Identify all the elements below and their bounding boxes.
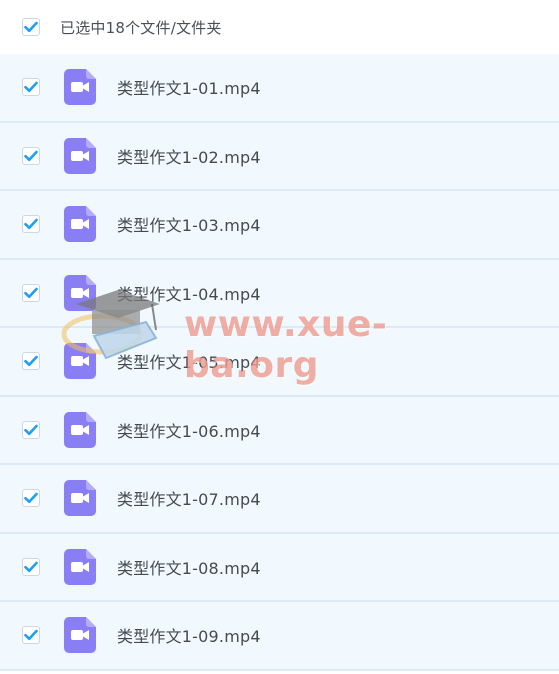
- file-row[interactable]: 类型作文1-06.mp4: [0, 396, 559, 465]
- file-name[interactable]: 类型作文1-06.mp4: [117, 418, 261, 442]
- file-checkbox[interactable]: [22, 557, 40, 576]
- file-name[interactable]: 类型作文1-01.mp4: [117, 75, 261, 99]
- file-checkbox[interactable]: [22, 146, 40, 165]
- checkmark-icon: [24, 561, 38, 572]
- checkmark-icon: [24, 81, 38, 93]
- file-row[interactable]: 类型作文1-09.mp4: [0, 602, 559, 671]
- file-row[interactable]: 类型作文1-02.mp4: [0, 122, 559, 191]
- file-name[interactable]: 类型作文1-07.mp4: [117, 486, 261, 510]
- video-file-icon: [64, 343, 96, 380]
- video-file-icon: [64, 137, 96, 174]
- file-checkbox[interactable]: [22, 489, 40, 508]
- checkmark-icon: [24, 355, 38, 367]
- selected-count-label: 已选中18个文件/文件夹: [60, 18, 222, 37]
- file-name[interactable]: 类型作文1-09.mp4: [117, 623, 261, 647]
- file-name[interactable]: 类型作文1-02.mp4: [117, 144, 261, 168]
- file-checkbox[interactable]: [22, 626, 40, 645]
- file-checkbox[interactable]: [22, 420, 40, 439]
- checkmark-icon: [24, 492, 38, 504]
- file-row[interactable]: 类型作文1-05.mp4: [0, 328, 559, 397]
- file-checkbox[interactable]: [22, 215, 40, 234]
- checkmark-icon: [24, 218, 38, 230]
- file-row[interactable]: 类型作文1-01.mp4: [0, 54, 559, 123]
- file-name[interactable]: 类型作文1-08.mp4: [117, 555, 261, 579]
- checkmark-icon: [24, 150, 38, 161]
- video-file-icon: [64, 480, 96, 517]
- video-file-icon: [64, 548, 96, 585]
- checkmark-icon: [24, 21, 38, 33]
- file-checkbox[interactable]: [22, 352, 40, 371]
- video-file-icon: [64, 411, 96, 448]
- video-file-icon: [64, 617, 96, 654]
- video-file-icon: [64, 206, 96, 243]
- file-checkbox[interactable]: [22, 78, 40, 97]
- file-row[interactable]: 类型作文1-08.mp4: [0, 533, 559, 602]
- file-list: 类型作文1-01.mp4 类型作文1-02.mp4 类型作文1-03.mp4 类型作文…: [0, 54, 559, 671]
- checkmark-icon: [24, 629, 38, 641]
- file-name[interactable]: 类型作文1-05.mp4: [117, 349, 261, 373]
- video-file-icon: [64, 274, 96, 311]
- file-checkbox[interactable]: [22, 283, 40, 302]
- select-all-checkbox[interactable]: [22, 18, 40, 36]
- file-row[interactable]: 类型作文1-07.mp4: [0, 465, 559, 534]
- checkmark-icon: [24, 424, 38, 435]
- file-name[interactable]: 类型作文1-04.mp4: [117, 281, 261, 305]
- checkmark-icon: [24, 287, 38, 298]
- selection-header: 已选中18个文件/文件夹: [0, 0, 559, 54]
- file-row[interactable]: 类型作文1-03.mp4: [0, 191, 559, 260]
- file-name[interactable]: 类型作文1-03.mp4: [117, 212, 261, 236]
- video-file-icon: [64, 69, 96, 106]
- file-row[interactable]: 类型作文1-04.mp4: [0, 259, 559, 328]
